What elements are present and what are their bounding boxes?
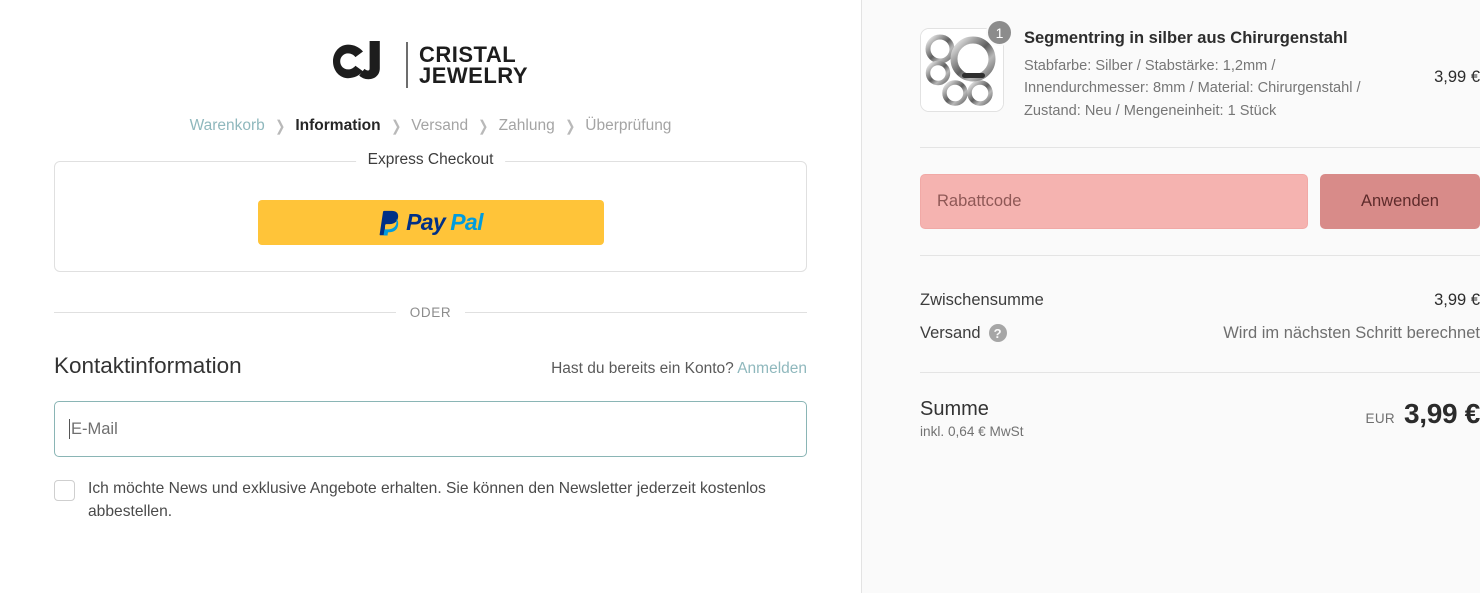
contact-title: Kontaktinformation: [54, 353, 242, 378]
product-info: Segmentring in silber aus Chirurgenstahl…: [1024, 28, 1398, 123]
paypal-text-pay: Pay: [406, 209, 446, 235]
breadcrumb-item-versand: Versand: [411, 117, 469, 134]
grand-total-amount: 3,99 €: [1403, 397, 1480, 429]
or-label: ODER: [409, 305, 452, 320]
breadcrumb-item-zahlung: Zahlung: [498, 117, 555, 134]
text-caret: [69, 419, 70, 439]
summary-divider-3: [920, 371, 1480, 373]
discount-code-input[interactable]: Rabattcode: [920, 173, 1308, 229]
shipping-row: Versand ? Wird im nächsten Schritt berec…: [920, 317, 1480, 350]
existing-account-prompt: Hast du bereits ein Konto? Anmelden: [551, 360, 807, 378]
totals-section: Zwischensumme 3,99 € Versand ? Wird im n…: [920, 284, 1480, 350]
summary-divider-1: [920, 146, 1480, 148]
express-checkout-section: Express Checkout Pay Pal: [54, 151, 807, 272]
breadcrumb-item-warenkorb[interactable]: Warenkorb: [190, 117, 265, 135]
breadcrumb: Warenkorb ❯ Information ❯ Versand ❯ Zahl…: [54, 117, 807, 135]
shipping-value: Wird im nächsten Schritt berechnet: [1223, 323, 1480, 342]
brand-line-1: CRISTAL: [418, 41, 517, 67]
paypal-icon: [379, 210, 399, 236]
shipping-label-wrap: Versand ?: [920, 324, 1007, 343]
summary-divider-2: [920, 254, 1480, 256]
product-title: Segmentring in silber aus Chirurgenstahl: [1024, 29, 1348, 47]
grand-total-tax-note: inkl. 0,64 € MwSt: [920, 423, 1024, 439]
breadcrumb-item-information[interactable]: Information: [295, 117, 380, 135]
newsletter-opt-in-row: Ich möchte News und exklusive Angebote e…: [54, 478, 807, 523]
paypal-text-pal: Pal: [450, 209, 483, 235]
chevron-right-icon: ❯: [564, 117, 576, 135]
or-divider: ODER: [54, 305, 807, 320]
contact-section-header: Kontaktinformation Hast du bereits ein K…: [54, 353, 807, 379]
order-line-item: 1 Segmentring in silber aus Chirurgensta…: [920, 19, 1480, 123]
brand-name: CRISTAL JEWELRY: [418, 41, 529, 88]
grand-total-label-wrap: Summe inkl. 0,64 € MwSt: [920, 398, 1024, 439]
grand-total-row: Summe inkl. 0,64 € MwSt EUR 3,99 €: [920, 398, 1480, 439]
existing-account-text: Hast du bereits ein Konto?: [551, 360, 734, 377]
paypal-express-button[interactable]: Pay Pal: [257, 200, 604, 245]
email-input[interactable]: E-Mail: [54, 401, 807, 457]
newsletter-label[interactable]: Ich möchte News und exklusive Angebote e…: [88, 478, 807, 523]
quantity-badge: 1: [986, 19, 1013, 46]
apply-discount-button[interactable]: Anwenden: [1320, 173, 1480, 229]
order-summary-panel: 1 Segmentring in silber aus Chirurgensta…: [862, 0, 1480, 593]
product-variant: Stabfarbe: Silber / Stabstärke: 1,2mm / …: [1024, 57, 1361, 120]
help-icon[interactable]: ?: [988, 324, 1007, 343]
brand-line-2: JEWELRY: [418, 63, 529, 88]
checkout-page: CRISTAL JEWELRY Warenkorb ❯ Information …: [0, 0, 1480, 593]
subtotal-value: 3,99 €: [1434, 290, 1480, 309]
breadcrumb-item-ueberpruefung: Überprüfung: [585, 117, 672, 134]
cj-monogram-icon: [332, 41, 380, 80]
discount-code-row: Rabattcode Anwenden: [920, 173, 1480, 229]
express-checkout-title: Express Checkout: [355, 151, 506, 169]
login-link[interactable]: Anmelden: [737, 360, 807, 377]
site-logo[interactable]: CRISTAL JEWELRY: [54, 30, 807, 100]
grand-total-value-wrap: EUR 3,99 €: [1366, 398, 1480, 430]
subtotal-label: Zwischensumme: [920, 290, 1044, 309]
grand-total-currency: EUR: [1365, 410, 1395, 426]
subtotal-row: Zwischensumme 3,99 €: [920, 284, 1480, 317]
shipping-label: Versand: [920, 323, 981, 342]
grand-total-label: Summe: [920, 397, 989, 420]
checkout-main-panel: CRISTAL JEWELRY Warenkorb ❯ Information …: [0, 0, 862, 593]
chevron-right-icon: ❯: [478, 117, 489, 135]
product-price: 3,99 €: [1434, 68, 1480, 86]
paypal-logo: Pay Pal: [378, 209, 484, 236]
discount-code-placeholder: Rabattcode: [937, 191, 1022, 210]
product-thumbnail-wrap: 1: [920, 19, 1013, 112]
newsletter-checkbox[interactable]: [54, 480, 75, 501]
chevron-right-icon: ❯: [275, 117, 286, 135]
email-input-placeholder: E-Mail: [71, 419, 118, 438]
chevron-right-icon: ❯: [390, 117, 401, 135]
logo-divider: [405, 42, 408, 88]
